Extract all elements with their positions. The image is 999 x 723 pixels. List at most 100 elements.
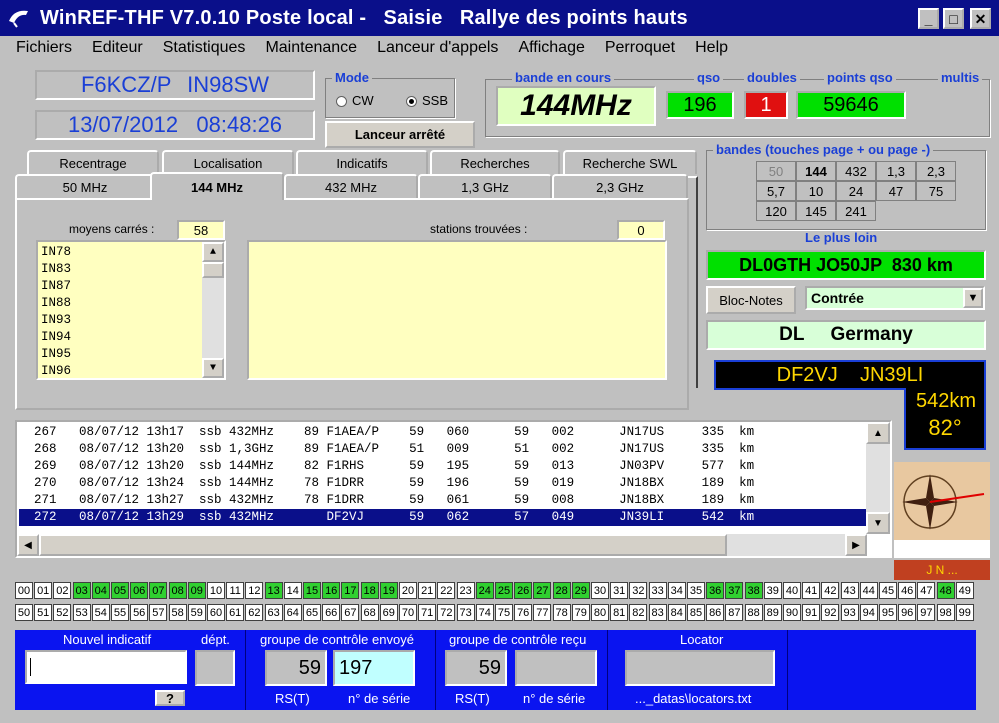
scroll-down-icon[interactable]: ▼	[866, 512, 890, 534]
department-cell[interactable]: 22	[437, 582, 456, 599]
department-cell[interactable]: 82	[629, 604, 648, 621]
department-cell[interactable]: 17	[341, 582, 360, 599]
band-432[interactable]: 432	[836, 161, 876, 181]
department-cell[interactable]: 39	[763, 582, 782, 599]
department-cell[interactable]: 25	[495, 582, 513, 599]
department-cell[interactable]: 55	[111, 604, 129, 621]
department-cell[interactable]: 27	[533, 582, 552, 599]
department-cell[interactable]: 44	[859, 582, 878, 599]
department-cell[interactable]: 54	[91, 604, 110, 621]
menu-maintenance[interactable]: Maintenance	[265, 39, 357, 57]
list-item[interactable]: IN94	[41, 329, 221, 346]
scroll-up-icon[interactable]: ▲	[866, 422, 890, 444]
band-2-3[interactable]: 2,3	[916, 161, 956, 181]
department-cell[interactable]: 53	[72, 604, 91, 621]
new-call-input[interactable]	[25, 650, 187, 684]
mode-cw-radio[interactable]: CW	[336, 93, 374, 108]
department-cell[interactable]: 88	[744, 604, 763, 621]
list-item[interactable]: IN93	[41, 312, 221, 329]
band-5-7[interactable]: 5,7	[756, 181, 796, 201]
menu-perroquet[interactable]: Perroquet	[605, 39, 675, 57]
band-120[interactable]: 120	[756, 201, 796, 221]
moyens-carres-list[interactable]: IN78 IN83 IN87 IN88 IN93 IN94 IN95 IN96 …	[36, 240, 226, 380]
department-cell[interactable]: 04	[91, 582, 110, 599]
department-cell[interactable]: 52	[53, 604, 72, 621]
department-cell[interactable]: 51	[34, 604, 53, 621]
department-cell[interactable]: 77	[533, 604, 552, 621]
department-cell[interactable]: 69	[379, 604, 398, 621]
department-cell[interactable]: 89	[763, 604, 782, 621]
department-cell[interactable]: 48	[936, 582, 955, 599]
department-cell[interactable]: 35	[687, 582, 705, 599]
department-cell[interactable]: 94	[859, 604, 878, 621]
department-cell[interactable]: 28	[552, 582, 571, 599]
department-cell[interactable]: 31	[610, 582, 629, 599]
department-cell[interactable]: 41	[802, 582, 821, 599]
scroll-down-icon[interactable]: ▼	[202, 358, 224, 378]
contree-select[interactable]: Contrée ▼	[805, 286, 985, 310]
department-cell[interactable]: 47	[917, 582, 936, 599]
log-hscrollbar[interactable]: ◀ ▶	[17, 534, 867, 556]
department-cell[interactable]: 36	[706, 582, 725, 599]
department-cell[interactable]: 20	[399, 582, 417, 599]
minimize-button[interactable]: _	[918, 8, 939, 29]
department-cell[interactable]: 92	[821, 604, 840, 621]
department-cell[interactable]: 95	[879, 604, 897, 621]
department-cell[interactable]: 81	[610, 604, 629, 621]
department-cell[interactable]: 83	[648, 604, 667, 621]
department-cell[interactable]: 40	[783, 582, 801, 599]
menu-fichiers[interactable]: Fichiers	[16, 39, 72, 57]
department-cell[interactable]: 56	[130, 604, 149, 621]
department-cell[interactable]: 62	[245, 604, 264, 621]
band-50[interactable]: 50	[756, 161, 796, 181]
department-cell[interactable]: 72	[437, 604, 456, 621]
department-cell[interactable]: 12	[245, 582, 264, 599]
table-row[interactable]: 267 08/07/12 13h17 ssb 432MHz 89 F1AEA/P…	[19, 424, 867, 441]
table-row[interactable]: 269 08/07/12 13h20 ssb 144MHz 82 F1RHS 5…	[19, 458, 867, 475]
band-24[interactable]: 24	[836, 181, 876, 201]
department-cell[interactable]: 98	[936, 604, 955, 621]
department-cell[interactable]: 06	[130, 582, 149, 599]
department-cell[interactable]: 00	[15, 582, 33, 599]
tab-432mhz[interactable]: 432 MHz	[284, 174, 418, 198]
launcher-button[interactable]: Lanceur arrêté	[325, 121, 475, 148]
department-cell[interactable]: 87	[725, 604, 744, 621]
tab-recentrage[interactable]: Recentrage	[27, 150, 159, 174]
list-scrollbar[interactable]: ▲ ▼	[202, 242, 224, 378]
department-cell[interactable]: 03	[72, 582, 91, 599]
band-144[interactable]: 144	[796, 161, 836, 181]
department-cell[interactable]: 09	[187, 582, 206, 599]
department-cell[interactable]: 70	[399, 604, 417, 621]
department-cell[interactable]: 60	[207, 604, 225, 621]
log-vscrollbar[interactable]: ▲ ▼	[866, 422, 890, 534]
hscroll-thumb[interactable]	[39, 534, 727, 556]
tab-recherches[interactable]: Recherches	[430, 150, 560, 174]
department-cell[interactable]: 78	[552, 604, 571, 621]
chevron-down-icon[interactable]: ▼	[963, 288, 983, 308]
department-cell[interactable]: 02	[53, 582, 72, 599]
close-button[interactable]: ✕	[970, 8, 991, 29]
band-145[interactable]: 145	[796, 201, 836, 221]
department-cell[interactable]: 33	[648, 582, 667, 599]
department-cell[interactable]: 75	[495, 604, 513, 621]
department-cell[interactable]: 30	[591, 582, 609, 599]
dept-input[interactable]	[195, 650, 235, 686]
sent-serial-input[interactable]: 197	[333, 650, 415, 686]
table-row[interactable]: 270 08/07/12 13h24 ssb 144MHz 78 F1DRR 5…	[19, 475, 867, 492]
department-cell[interactable]: 74	[475, 604, 494, 621]
department-cell[interactable]: 86	[706, 604, 725, 621]
department-cell[interactable]: 38	[744, 582, 763, 599]
department-cell[interactable]: 21	[418, 582, 437, 599]
tab-recherche-swl[interactable]: Recherche SWL	[563, 150, 697, 174]
department-cell[interactable]: 66	[322, 604, 341, 621]
menu-editeur[interactable]: Editeur	[92, 39, 143, 57]
list-item[interactable]: IN87	[41, 278, 221, 295]
department-cell[interactable]: 96	[898, 604, 917, 621]
table-row[interactable]: 268 08/07/12 13h20 ssb 1,3GHz 89 F1AEA/P…	[19, 441, 867, 458]
scroll-left-icon[interactable]: ◀	[17, 534, 39, 556]
menu-lanceur[interactable]: Lanceur d'appels	[377, 39, 498, 57]
department-cell[interactable]: 65	[303, 604, 321, 621]
qso-log[interactable]: 267 08/07/12 13h17 ssb 432MHz 89 F1AEA/P…	[15, 420, 892, 558]
department-cell[interactable]: 05	[111, 582, 129, 599]
department-cell[interactable]: 15	[303, 582, 321, 599]
